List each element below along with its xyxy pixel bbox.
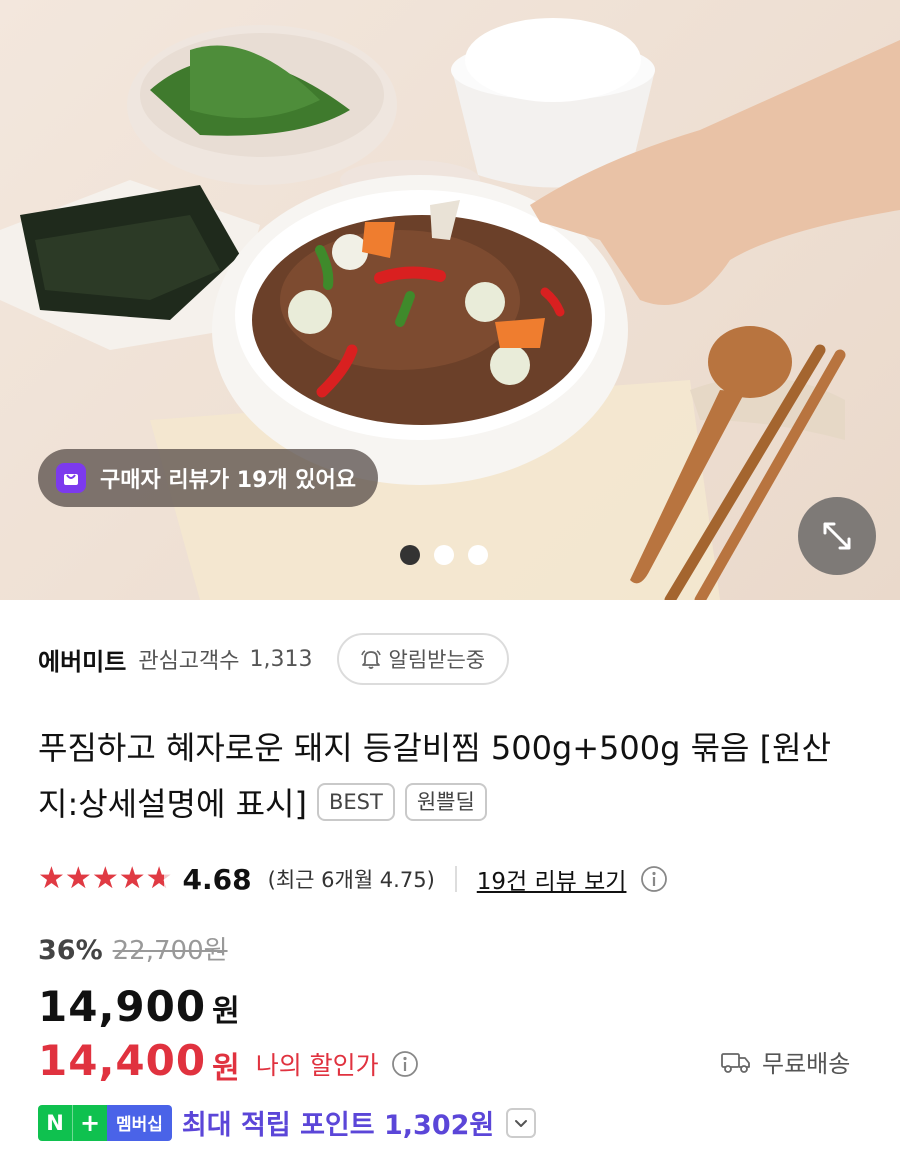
my-price-row: 14,400 원 나의 할인가 [38, 1036, 419, 1086]
original-price: 22,700원 [112, 936, 228, 966]
my-discount-price: 14,400 [38, 1036, 207, 1085]
max-points-text: 최대 적립 포인트 1,302원 [181, 1110, 495, 1141]
deal-badge: 원쁠딜 [404, 783, 487, 821]
star-icon: ★ ★ [91, 861, 119, 896]
review-pill-text: 구매자 리뷰가 19개 있어요 [100, 468, 356, 493]
sale-price: 14,900 [38, 982, 207, 1031]
carousel-indicator [400, 545, 488, 565]
rating-row: ★ ★ ★ ★ ★ ★ ★ ★ ★ ★ 4.68 (최근 6개월 4.75) 19건 리뷰 보기 [38, 857, 668, 901]
carousel-dot[interactable] [400, 545, 420, 565]
my-price-label: 나의 할인가 [255, 1050, 379, 1080]
shipping-info: 무료배송 [720, 1044, 850, 1079]
bell-icon [360, 650, 381, 669]
plus-icon: + [72, 1104, 107, 1141]
divider [454, 866, 457, 892]
best-badge: BEST [316, 783, 395, 821]
my-price-unit: 원 [212, 1050, 240, 1086]
discount-percent: 36% [38, 935, 103, 966]
carousel-dot[interactable] [434, 545, 454, 565]
naver-plus-membership-badge: N + 멤버십 [38, 1104, 172, 1141]
star-icon: ★ ★ [64, 861, 92, 896]
star-icon: ★ ★ [145, 861, 173, 896]
expand-image-button[interactable] [798, 497, 876, 575]
notify-label: 알림받는중 [388, 648, 486, 672]
sale-price-row: 14,900 원 [38, 982, 240, 1031]
product-title: 푸짐하고 혜자로운 돼지 등갈비찜 500g+500g 묶음 [원산지:상세설명… [38, 720, 868, 832]
rating-score: 4.68 [182, 862, 252, 896]
sale-price-unit: 원 [212, 994, 240, 1029]
naver-n-logo: N [38, 1104, 72, 1141]
star-icon: ★ ★ [38, 861, 65, 896]
shipping-label: 무료배송 [762, 1050, 851, 1078]
points-row[interactable]: N + 멤버십 최대 적립 포인트 1,302원 [38, 1103, 537, 1142]
recent-rating: (최근 6개월 4.75) [267, 868, 435, 892]
discount-row: 36% 22,700원 [38, 930, 228, 967]
membership-label: 멤버십 [107, 1104, 172, 1141]
star-icon: ★ ★ [118, 861, 146, 896]
view-reviews-link[interactable]: 19건 리뷰 보기 [477, 862, 627, 896]
fans-count: 1,313 [249, 646, 313, 672]
truck-icon [721, 1052, 750, 1073]
points-expand-button[interactable] [506, 1107, 537, 1138]
seller-name[interactable]: 에버미트 [38, 642, 126, 677]
fans-label: 관심고객수 [138, 649, 240, 674]
carousel-dot[interactable] [468, 545, 488, 565]
star-rating: ★ ★ ★ ★ ★ ★ ★ ★ ★ ★ [38, 864, 173, 894]
product-image-carousel[interactable]: 구매자 리뷰가 19개 있어요 [0, 0, 900, 600]
chevron-down-icon [515, 1119, 528, 1127]
buyer-review-pill[interactable]: 구매자 리뷰가 19개 있어요 [38, 449, 378, 507]
notify-button[interactable]: 알림받는중 [336, 633, 510, 685]
info-icon[interactable] [640, 865, 668, 893]
shopping-bag-icon [56, 463, 86, 493]
product-photo [0, 18, 900, 600]
expand-icon [823, 522, 851, 550]
info-icon[interactable] [391, 1050, 419, 1078]
seller-row: 에버미트 관심고객수 1,313 알림받는중 [38, 632, 510, 686]
